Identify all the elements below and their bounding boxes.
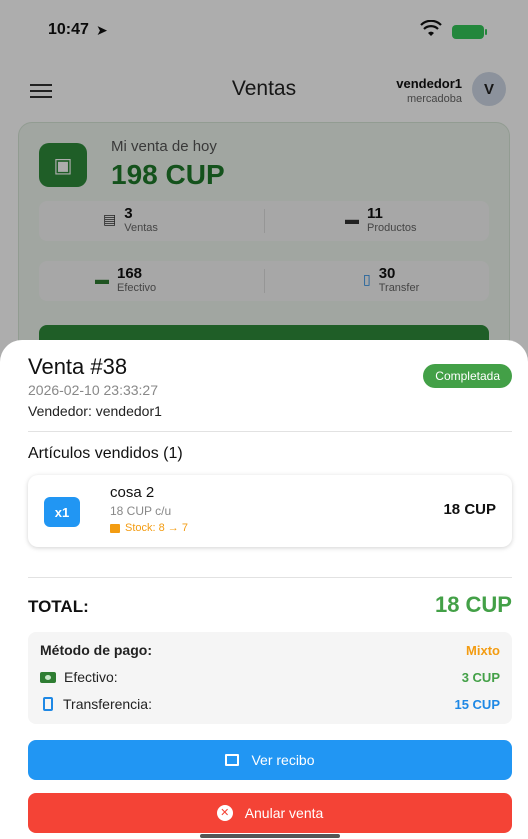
sale-date: 2026-02-10 23:33:27 <box>28 382 158 398</box>
payment-transfer-label: Transferencia: <box>63 696 152 712</box>
sale-vendor: Vendedor: vendedor1 <box>28 403 162 419</box>
list-item: x1 cosa 2 18 CUP c/u Stock: 8 → 7 18 CUP <box>28 475 512 547</box>
total-label: TOTAL: <box>28 597 89 616</box>
cancel-sale-button[interactable]: ✕ Anular venta <box>28 793 512 833</box>
divider <box>28 577 512 578</box>
item-name: cosa 2 <box>110 484 155 501</box>
payment-cash-row: Efectivo: 3 CUP <box>40 667 500 687</box>
divider <box>28 431 512 432</box>
cancel-sale-label: Anular venta <box>244 805 324 821</box>
phone-icon <box>43 697 53 711</box>
box-icon <box>110 523 120 533</box>
payment-cash-label: Efectivo: <box>64 669 118 685</box>
item-total: 18 CUP <box>443 501 496 518</box>
item-stock-text: Stock: 8 → 7 <box>125 522 188 534</box>
sale-title: Venta #38 <box>28 354 128 379</box>
cash-icon <box>40 671 56 683</box>
payment-method-row: Método de pago: Mixto <box>40 640 500 660</box>
quantity-badge: x1 <box>44 497 80 527</box>
payment-cash-value: 3 CUP <box>461 669 500 685</box>
item-stock: Stock: 8 → 7 <box>110 522 188 534</box>
sale-detail-sheet: Venta #38 2026-02-10 23:33:27 Vendedor: … <box>0 340 528 839</box>
payment-transfer-value: 15 CUP <box>454 696 500 712</box>
view-receipt-label: Ver recibo <box>251 752 315 768</box>
payment-summary: Método de pago: Mixto Efectivo: 3 CUP Tr… <box>28 632 512 724</box>
item-unit-price: 18 CUP c/u <box>110 504 172 518</box>
home-indicator <box>200 834 340 838</box>
payment-method-label: Método de pago: <box>40 642 152 658</box>
close-circle-icon: ✕ <box>216 805 233 821</box>
receipt-icon <box>225 754 240 766</box>
view-receipt-button[interactable]: Ver recibo <box>28 740 512 780</box>
total-value: 18 CUP <box>434 592 512 617</box>
payment-transfer-row: Transferencia: 15 CUP <box>40 694 500 714</box>
items-heading: Artículos vendidos (1) <box>28 445 183 462</box>
payment-method-value: Mixto <box>466 642 500 658</box>
status-badge: Completada <box>423 364 512 388</box>
